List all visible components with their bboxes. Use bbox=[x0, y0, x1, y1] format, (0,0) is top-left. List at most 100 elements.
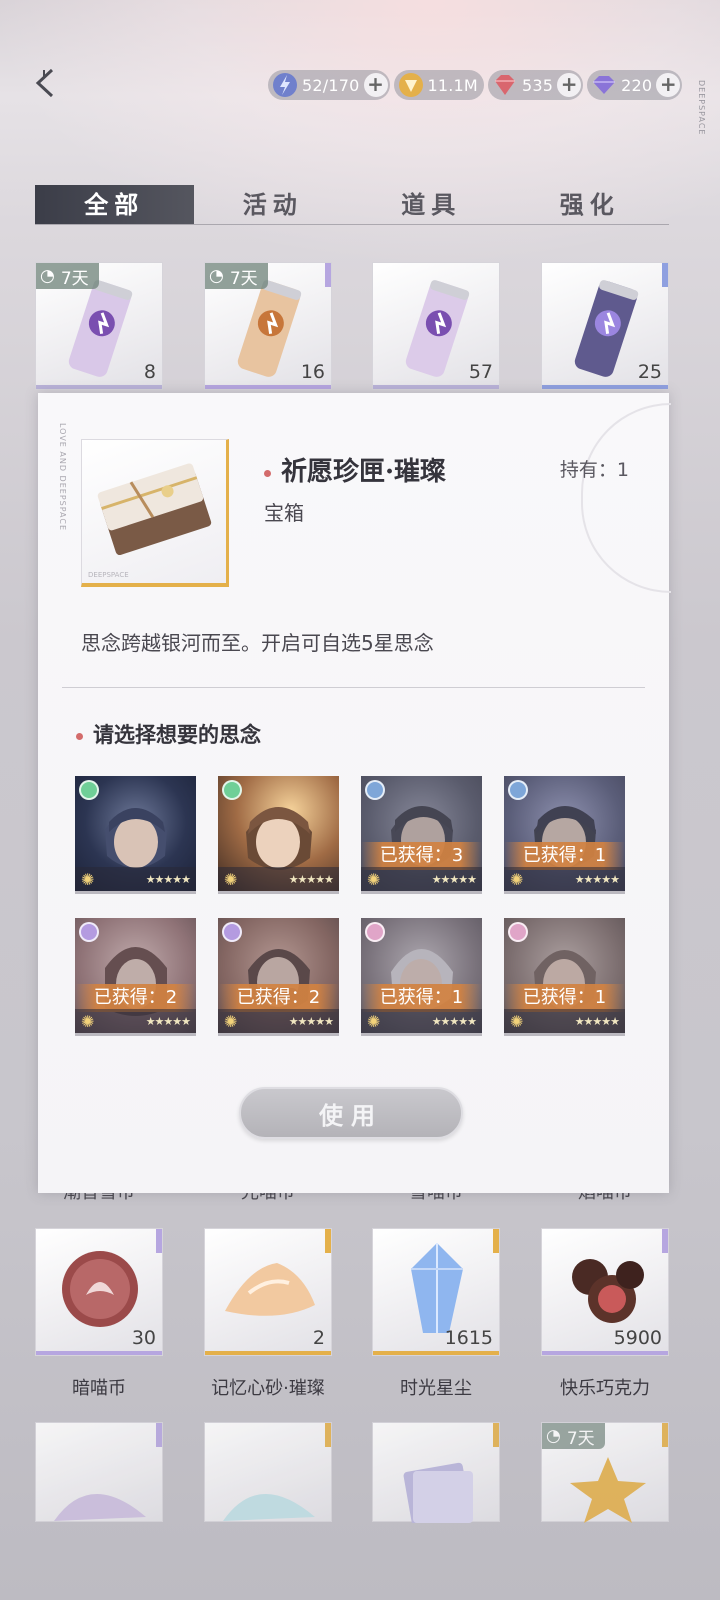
crystal-icon bbox=[411, 1243, 463, 1333]
back-button[interactable] bbox=[30, 66, 64, 100]
item-type: 宝箱 bbox=[264, 501, 304, 525]
quality-bar bbox=[36, 385, 162, 389]
owned-count: 持有：1 bbox=[559, 459, 629, 481]
sun-icon: ✺ bbox=[81, 869, 95, 889]
inventory-item-partial[interactable] bbox=[372, 1422, 500, 1523]
character-card-2[interactable]: ✺ ★★★★★ bbox=[218, 776, 339, 894]
character-card-6[interactable]: 已获得：2 ✺ ★★★★★ bbox=[218, 918, 339, 1036]
item-count: 1615 bbox=[444, 1327, 493, 1349]
red-gem-icon bbox=[490, 70, 520, 100]
title-dot bbox=[264, 469, 271, 477]
character-card-1[interactable]: ✺ ★★★★★ bbox=[75, 776, 196, 894]
inventory-item-partial[interactable] bbox=[35, 1422, 163, 1522]
decorative-arc bbox=[581, 403, 671, 593]
rarity-icon bbox=[222, 780, 242, 800]
add-red-gem-button[interactable]: + bbox=[557, 73, 582, 97]
inventory-item-drink-1[interactable]: ◔ 7天 8 bbox=[35, 262, 163, 390]
quality-corner bbox=[156, 1229, 162, 1253]
stamina-value: 52/170 bbox=[302, 75, 360, 95]
card-footer: ✺ ★★★★★ bbox=[361, 867, 482, 891]
inventory-item-drink-4[interactable]: 25 bbox=[541, 262, 669, 390]
quality-corner bbox=[493, 1229, 499, 1253]
character-card-5[interactable]: 已获得：2 ✺ ★★★★★ bbox=[75, 918, 196, 1036]
character-card-8[interactable]: 已获得：1 ✺ ★★★★★ bbox=[504, 918, 625, 1036]
quality-corner bbox=[325, 1423, 331, 1447]
item-count: 57 bbox=[468, 361, 493, 383]
rarity-icon bbox=[365, 780, 385, 800]
clock-icon: ◔ bbox=[546, 1426, 561, 1446]
inventory-item-drink-2[interactable]: ◔ 7天 16 bbox=[204, 262, 332, 390]
use-button[interactable]: 使用 bbox=[239, 1087, 463, 1139]
quality-bar bbox=[373, 1351, 499, 1355]
tab-all[interactable]: 全部 bbox=[35, 185, 194, 224]
card-stack-icon bbox=[403, 1462, 473, 1523]
divider bbox=[62, 687, 645, 688]
inventory-item-drink-3[interactable]: 57 bbox=[372, 262, 500, 390]
rarity-icon bbox=[79, 922, 99, 942]
title-dot bbox=[76, 733, 83, 740]
rarity-icon bbox=[222, 922, 242, 942]
chevron-left-icon bbox=[35, 68, 54, 98]
character-card-3[interactable]: 已获得：3 ✺ ★★★★★ bbox=[361, 776, 482, 894]
inventory-item-dark-meow-coin[interactable]: 30 bbox=[35, 1228, 163, 1356]
item-label: 暗喵币 bbox=[72, 1378, 126, 1399]
add-stamina-button[interactable]: + bbox=[363, 73, 388, 97]
side-brand-text: DEEPSPACE bbox=[697, 80, 706, 136]
character-card-4[interactable]: 已获得：1 ✺ ★★★★★ bbox=[504, 776, 625, 894]
rarity-icon bbox=[508, 922, 528, 942]
inventory-item-memory-sand[interactable]: 2 bbox=[204, 1228, 332, 1356]
quality-corner bbox=[493, 1423, 499, 1447]
inventory-item-partial[interactable] bbox=[204, 1422, 332, 1522]
item-count: 2 bbox=[312, 1327, 325, 1349]
clock-icon: ◔ bbox=[209, 266, 224, 286]
category-tabs: 全部 活动 道具 强化 bbox=[35, 185, 669, 225]
item-label: 时光星尘 bbox=[400, 1378, 472, 1399]
rarity-icon bbox=[508, 780, 528, 800]
star-rating: ★★★★★ bbox=[145, 1014, 191, 1028]
item-thumbnail: DEEPSPACE bbox=[81, 439, 229, 587]
sun-icon: ✺ bbox=[81, 1011, 95, 1031]
obtained-label: 已获得：2 bbox=[218, 984, 339, 1012]
card-footer: ✺ ★★★★★ bbox=[504, 1009, 625, 1033]
red-gem-value: 535 bbox=[521, 75, 554, 95]
resource-bar: 52/170 + 11.1M 535 + 220 + bbox=[268, 70, 683, 100]
sun-icon: ✺ bbox=[224, 869, 238, 889]
add-purple-diamond-button[interactable]: + bbox=[656, 73, 681, 97]
tab-items[interactable]: 道具 bbox=[352, 185, 511, 224]
sun-icon: ✺ bbox=[510, 869, 524, 889]
obtained-label: 已获得：1 bbox=[361, 984, 482, 1012]
quality-corner bbox=[662, 1229, 668, 1253]
quality-corner bbox=[662, 263, 668, 287]
tab-upgrade[interactable]: 强化 bbox=[511, 185, 670, 224]
obtained-label: 已获得：3 bbox=[361, 842, 482, 870]
inventory-item-chocolate[interactable]: 5900 bbox=[541, 1228, 669, 1356]
card-footer: ✺ ★★★★★ bbox=[218, 867, 339, 891]
star-rating: ★★★★★ bbox=[431, 1014, 477, 1028]
sun-icon: ✺ bbox=[224, 1011, 238, 1031]
inventory-item-partial[interactable]: ◔ 7天 bbox=[541, 1422, 669, 1523]
purple-diamond-value: 220 bbox=[621, 75, 653, 95]
card-footer: ✺ ★★★★★ bbox=[504, 867, 625, 891]
drink-can-icon bbox=[68, 280, 133, 377]
item-label: 快乐巧克力 bbox=[560, 1378, 650, 1399]
tab-event[interactable]: 活动 bbox=[194, 185, 353, 224]
resource-red-gem: 535 + bbox=[487, 70, 584, 100]
time-limit-badge: ◔ 7天 bbox=[205, 263, 268, 289]
sand-pile-icon bbox=[225, 1263, 315, 1316]
character-card-7[interactable]: 已获得：1 ✺ ★★★★★ bbox=[361, 918, 482, 1036]
time-limit-badge: ◔ 7天 bbox=[542, 1423, 605, 1449]
item-description: 思念跨越银河而至。开启可自选5星思念 bbox=[81, 631, 434, 655]
card-footer: ✺ ★★★★★ bbox=[75, 1009, 196, 1033]
quality-bar bbox=[36, 1351, 162, 1355]
gold-value: 11.1M bbox=[427, 75, 478, 95]
thumb-brand-tag: DEEPSPACE bbox=[88, 571, 129, 579]
sun-icon: ✺ bbox=[367, 1011, 381, 1031]
star-rating: ★★★★★ bbox=[288, 872, 334, 886]
purple-diamond-icon bbox=[589, 70, 619, 100]
inventory-item-stardust[interactable]: 1615 bbox=[372, 1228, 500, 1356]
item-count: 8 bbox=[143, 361, 156, 383]
dark-coin-icon bbox=[62, 1251, 138, 1327]
quality-bar bbox=[205, 385, 331, 389]
quality-bar bbox=[542, 1351, 668, 1355]
star-badge-icon bbox=[570, 1457, 646, 1523]
